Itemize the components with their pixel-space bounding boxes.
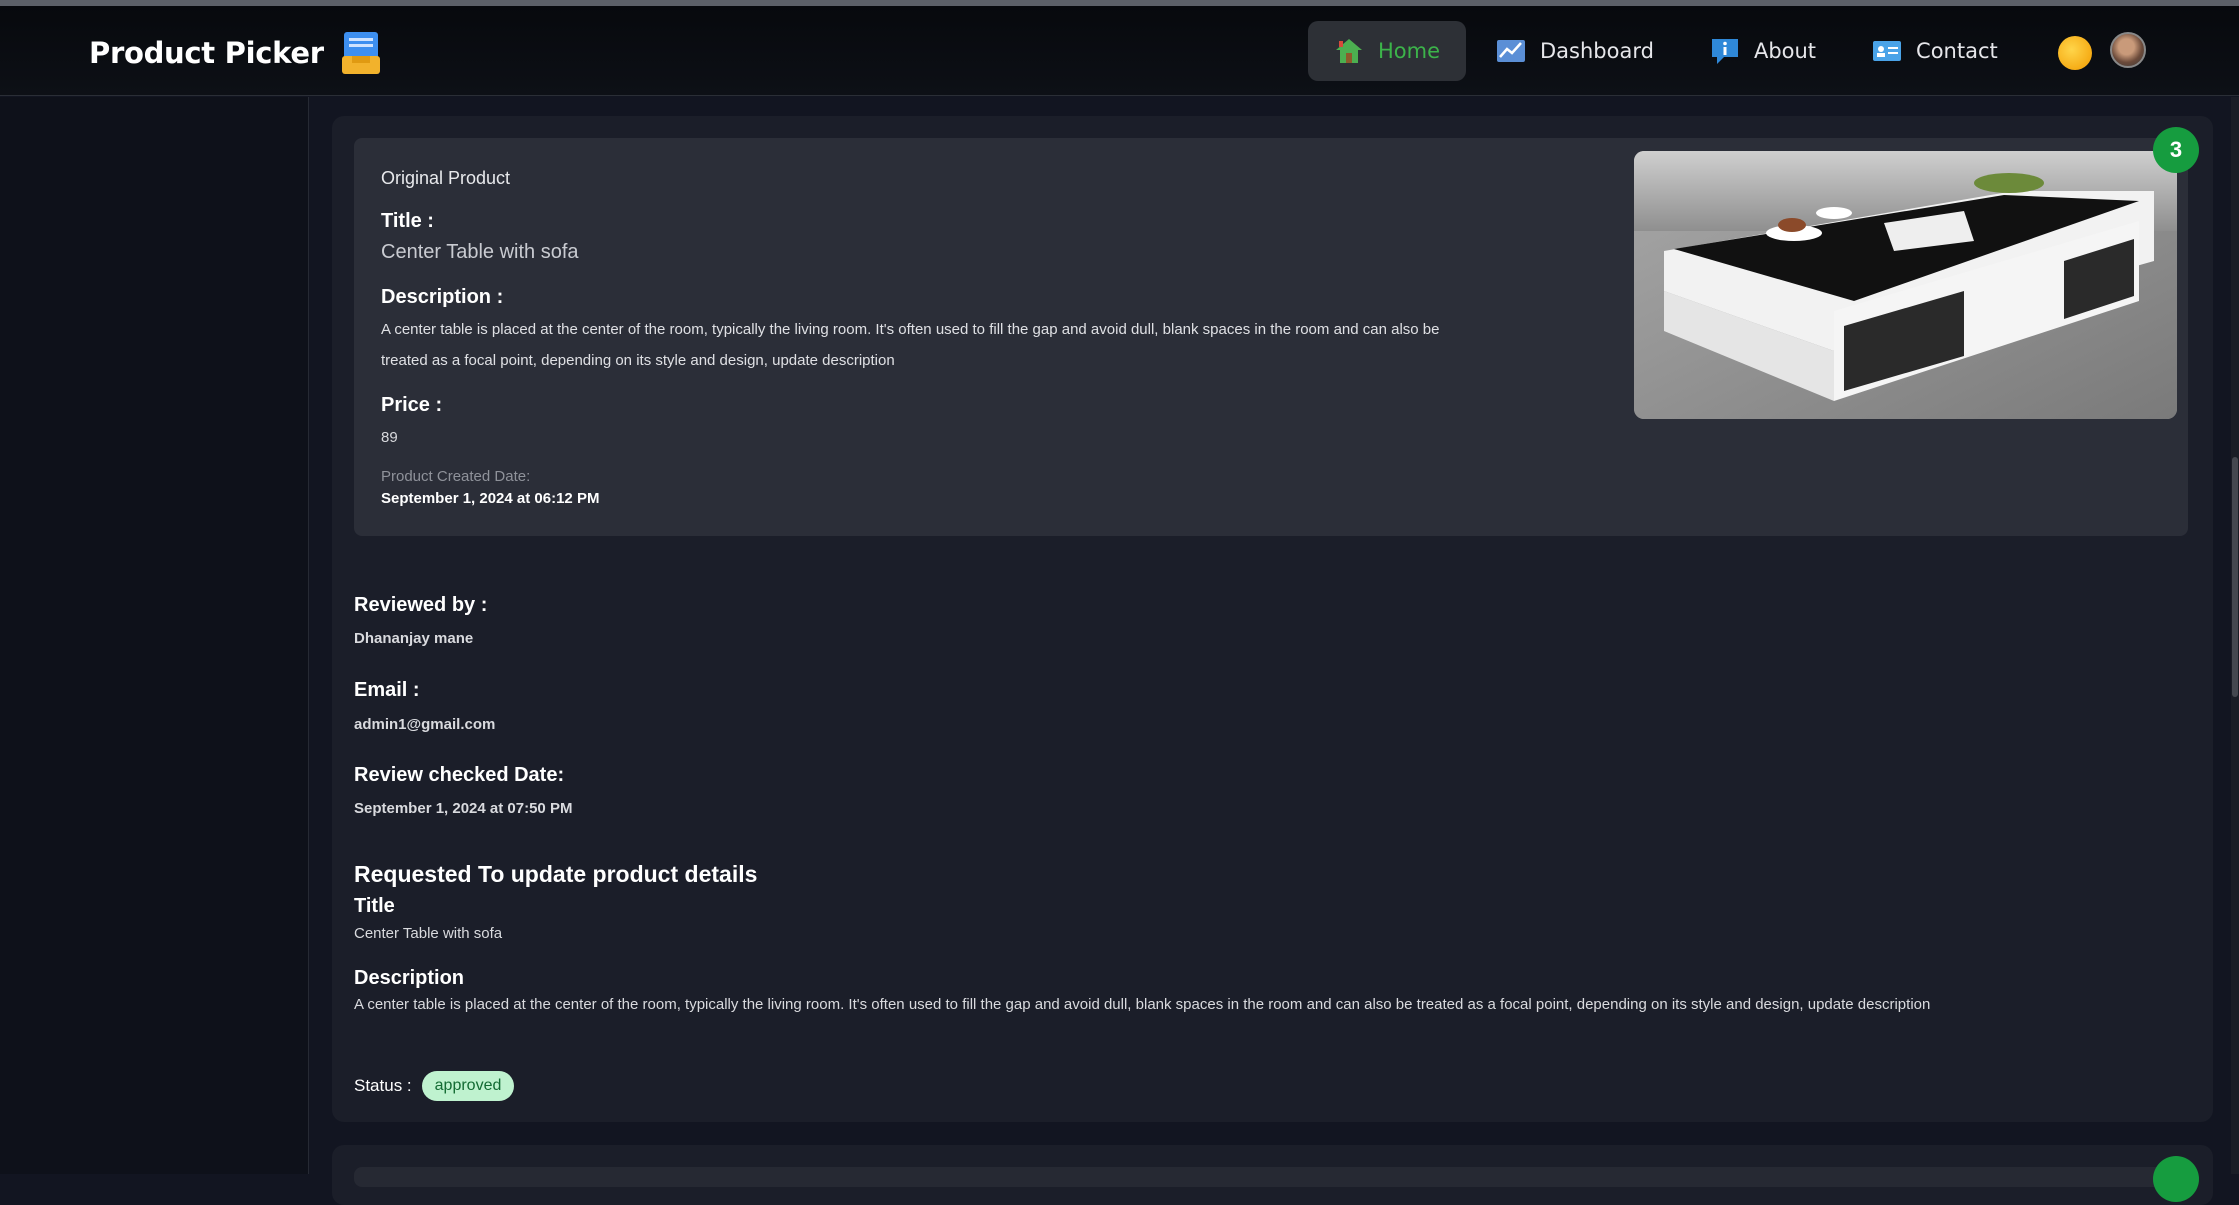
- description-label: Description :: [381, 286, 504, 308]
- reviewed-by-value: Dhananjay mane: [354, 630, 474, 647]
- request-description-value: A center table is placed at the center o…: [354, 996, 1931, 1013]
- brand[interactable]: Product Picker: [89, 30, 382, 76]
- scrollbar-thumb[interactable]: [2232, 457, 2238, 697]
- navbar: Product Picker Home Dashboard About Cont…: [0, 6, 2239, 96]
- chart-icon: [1496, 37, 1526, 65]
- next-review-card: [332, 1145, 2213, 1205]
- title-label: Title :: [381, 210, 434, 232]
- original-product-heading: Original Product: [381, 168, 511, 188]
- status-row: Status : approved: [354, 1071, 515, 1101]
- product-image: [1634, 151, 2177, 419]
- nav-contact[interactable]: Contact: [1846, 21, 2024, 81]
- description-value: A center table is placed at the center o…: [381, 321, 1440, 369]
- request-heading: Requested To update product details: [354, 861, 758, 887]
- reviewed-by-label: Reviewed by :: [354, 594, 488, 616]
- nav-home[interactable]: Home: [1308, 21, 1467, 81]
- original-product-panel: Original Product Title : Center Table wi…: [354, 138, 2188, 536]
- nav-dashboard-label: Dashboard: [1540, 39, 1654, 63]
- nav-dashboard[interactable]: Dashboard: [1470, 21, 1680, 81]
- inbox-tray-icon: [340, 30, 382, 76]
- created-date-label: Product Created Date:: [381, 468, 531, 485]
- created-date-value: September 1, 2024 at 06:12 PM: [381, 490, 600, 507]
- price-value: 89: [381, 429, 398, 446]
- id-card-icon: [1872, 37, 1902, 65]
- sidebar: [0, 97, 309, 1174]
- review-count-badge: 3: [2153, 127, 2199, 173]
- house-icon: [1334, 37, 1364, 65]
- sun-icon[interactable]: [2058, 36, 2092, 70]
- avatar[interactable]: [2110, 32, 2146, 68]
- nav-about[interactable]: About: [1684, 21, 1842, 81]
- review-date-value: September 1, 2024 at 07:50 PM: [354, 800, 573, 817]
- email-label: Email :: [354, 679, 420, 701]
- scrollbar[interactable]: [2231, 97, 2239, 1174]
- title-value: Center Table with sofa: [381, 241, 579, 263]
- next-card-badge: [2153, 1156, 2199, 1202]
- request-description-label: Description: [354, 967, 465, 989]
- request-title-value: Center Table with sofa: [354, 925, 503, 942]
- next-card-panel: [354, 1167, 2191, 1187]
- request-title-label: Title: [354, 895, 395, 917]
- brand-title: Product Picker: [89, 36, 324, 70]
- review-card: Original Product Title : Center Table wi…: [332, 116, 2213, 1122]
- main-nav: Home Dashboard About Contact: [1308, 20, 2028, 82]
- email-value: admin1@gmail.com: [354, 716, 496, 733]
- info-icon: [1710, 37, 1740, 65]
- review-date-label: Review checked Date:: [354, 764, 565, 786]
- price-label: Price :: [381, 394, 443, 416]
- status-label: Status :: [354, 1076, 412, 1095]
- nav-home-label: Home: [1378, 39, 1441, 63]
- nav-about-label: About: [1753, 39, 1817, 63]
- status-badge: approved: [421, 1071, 515, 1101]
- nav-contact-label: Contact: [1916, 39, 1998, 63]
